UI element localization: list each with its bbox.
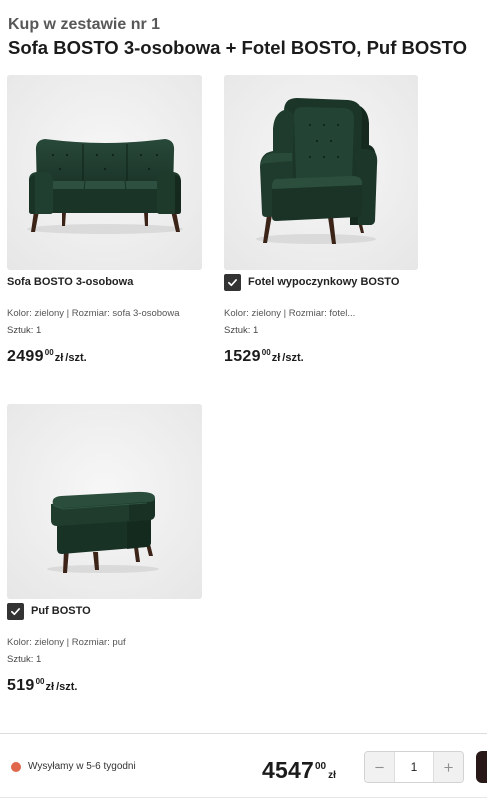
sofa-image [7, 75, 202, 270]
product-image-pouf[interactable] [7, 404, 202, 599]
product-name[interactable]: Fotel wypoczynkowy BOSTO [248, 274, 399, 291]
increase-quantity-button[interactable] [433, 752, 463, 782]
add-to-cart-button[interactable] [476, 751, 487, 783]
price-cents: 00 [35, 677, 45, 686]
page-title: Sofa BOSTO 3-osobowa + Fotel BOSTO, Puf … [8, 37, 467, 58]
quantity-input[interactable] [395, 752, 433, 782]
product-image-armchair[interactable] [224, 75, 418, 270]
product-name-row: Sofa BOSTO 3-osobowa [7, 274, 202, 291]
product-attributes: Kolor: zielony | Rozmiar: puf [7, 637, 126, 648]
price-cents: 00 [44, 348, 54, 357]
include-item-checkbox[interactable] [224, 274, 241, 291]
product-quantity: Sztuk: 1 [7, 654, 42, 665]
product-attributes: Kolor: zielony | Rozmiar: fotel... [224, 308, 356, 319]
price-cents: 00 [261, 348, 271, 357]
plus-icon [444, 762, 453, 772]
product-card-armchair: Fotel wypoczynkowy BOSTO Kolor: zielony … [224, 75, 418, 365]
product-name-row: Puf BOSTO [7, 603, 202, 620]
product-quantity: Sztuk: 1 [7, 325, 42, 336]
price-unit: /szt. [282, 352, 304, 364]
armchair-back-cushion [294, 107, 354, 179]
armchair-seat [272, 176, 362, 221]
set-total-price: 454700zł [262, 753, 336, 783]
total-amount: 4547 [262, 757, 314, 783]
floor-shadow [27, 224, 183, 234]
shipping-time: Wysyłamy w 5-6 tygodni [28, 761, 136, 772]
price-amount: 1529 [224, 348, 261, 365]
price-amount: 2499 [7, 348, 44, 365]
set-label: Kup w zestawie nr 1 [8, 16, 161, 33]
product-card-pouf: Puf BOSTO Kolor: zielony | Rozmiar: puf … [7, 404, 202, 694]
product-card-sofa: Sofa BOSTO 3-osobowa Kolor: zielony | Ro… [7, 75, 202, 365]
check-icon [11, 608, 20, 616]
product-name[interactable]: Puf BOSTO [31, 603, 91, 620]
product-name-row: Fotel wypoczynkowy BOSTO [224, 274, 418, 291]
armchair-image [224, 75, 418, 270]
product-price: 51900zł/szt. [7, 672, 202, 694]
footer-divider [0, 733, 487, 734]
total-currency: zł [328, 770, 336, 781]
product-price: 249900zł/szt. [7, 343, 202, 365]
check-icon [228, 279, 237, 287]
status-dot [11, 762, 21, 772]
product-attributes: Kolor: zielony | Rozmiar: sofa 3-osobowa [7, 308, 180, 319]
sofa-seat [38, 180, 172, 213]
product-quantity: Sztuk: 1 [224, 325, 259, 336]
pouf-cushion [51, 491, 155, 526]
include-item-checkbox[interactable] [7, 603, 24, 620]
price-currency: zł [54, 352, 64, 364]
product-name[interactable]: Sofa BOSTO 3-osobowa [7, 274, 133, 291]
price-unit: /szt. [65, 352, 87, 364]
product-image-sofa[interactable] [7, 75, 202, 270]
price-unit: /szt. [56, 681, 78, 693]
decrease-quantity-button[interactable] [365, 752, 395, 782]
bottom-border [0, 797, 487, 798]
price-currency: zł [45, 681, 55, 693]
quantity-stepper [364, 751, 464, 783]
minus-icon [375, 766, 384, 768]
product-price: 152900zł/szt. [224, 343, 418, 365]
floor-shadow [256, 234, 376, 244]
price-currency: zł [271, 352, 281, 364]
total-cents: 00 [314, 761, 327, 772]
price-amount: 519 [7, 677, 35, 694]
pouf-image [7, 404, 202, 599]
